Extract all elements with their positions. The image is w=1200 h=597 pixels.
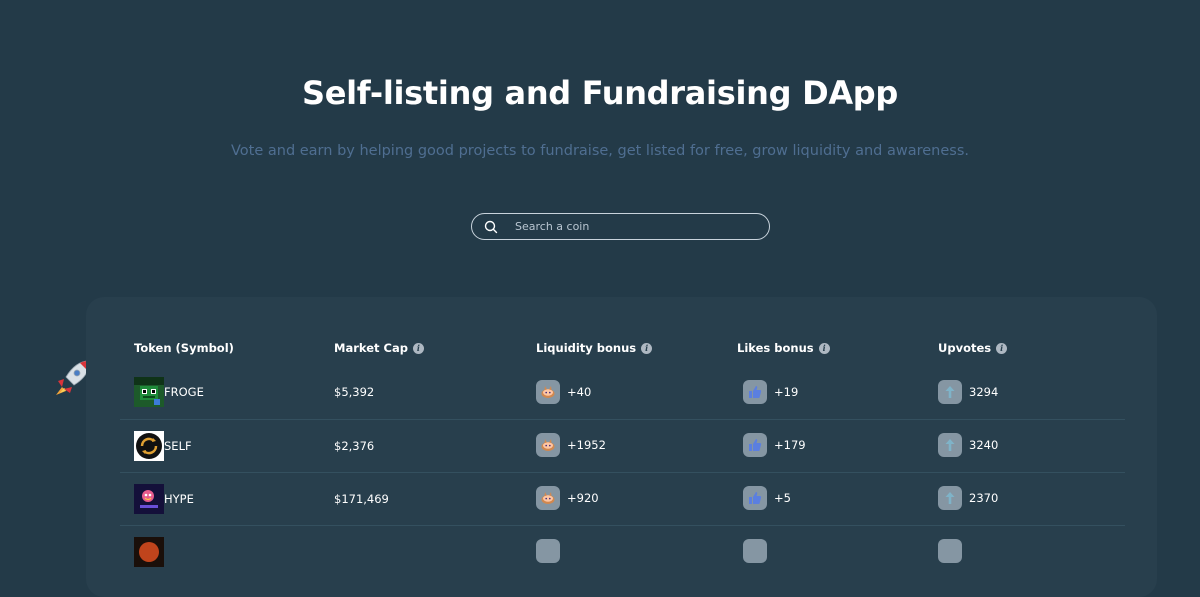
thumbs-up-icon[interactable] — [743, 539, 767, 563]
header-likes-bonus: Likes bonus i — [737, 341, 830, 355]
liquidity-bonus-cell: +1952 — [536, 433, 606, 457]
pancakeswap-icon[interactable] — [536, 380, 560, 404]
row-divider — [120, 472, 1125, 473]
likes-bonus-cell: +5 — [743, 486, 791, 510]
pancakeswap-icon[interactable] — [536, 486, 560, 510]
header-market-cap: Market Cap i — [334, 341, 424, 355]
market-cap-value: $171,469 — [334, 492, 389, 506]
arrow-up-icon[interactable] — [938, 433, 962, 457]
upvotes-value: 3240 — [969, 438, 999, 452]
token-logo-icon — [134, 537, 164, 567]
self-logo-icon — [134, 431, 164, 461]
page-subtitle: Vote and earn by helping good projects t… — [230, 143, 969, 159]
upvotes-cell — [938, 539, 962, 563]
liquidity-bonus-cell — [536, 539, 560, 563]
thumbs-up-icon[interactable] — [743, 433, 767, 457]
upvotes-cell: 3240 — [938, 433, 998, 457]
upvotes-cell: 2370 — [938, 486, 998, 510]
liquidity-bonus-cell: +920 — [536, 486, 599, 510]
row-divider — [120, 525, 1125, 526]
thumbs-up-icon[interactable] — [743, 486, 767, 510]
arrow-up-icon[interactable] — [938, 539, 962, 563]
token-symbol[interactable]: FROGE — [164, 385, 204, 399]
hype-logo-icon — [134, 484, 164, 514]
info-icon[interactable]: i — [996, 342, 1008, 354]
row-divider — [120, 419, 1125, 420]
page-title: Self-listing and Fundraising DApp — [301, 74, 899, 112]
froge-logo-icon — [134, 377, 164, 407]
token-cell[interactable]: HYPE — [134, 484, 194, 514]
liquidity-bonus-cell: +40 — [536, 380, 591, 404]
arrow-up-icon[interactable] — [938, 486, 962, 510]
liquidity-bonus-value: +920 — [567, 491, 599, 505]
liquidity-bonus-value: +40 — [567, 385, 592, 399]
search-box[interactable] — [471, 213, 770, 240]
token-cell[interactable]: SELF — [134, 431, 192, 461]
arrow-up-icon[interactable] — [938, 380, 962, 404]
search-input[interactable] — [513, 219, 747, 234]
likes-bonus-value: +19 — [774, 385, 799, 399]
pancakeswap-icon[interactable] — [536, 433, 560, 457]
token-cell[interactable]: FROGE — [134, 377, 204, 407]
token-symbol[interactable]: SELF — [164, 439, 192, 453]
pancakeswap-icon[interactable] — [536, 539, 560, 563]
header-upvotes: Upvotes i — [938, 341, 1008, 355]
header-liquidity-bonus: Liquidity bonus i — [536, 341, 653, 355]
likes-bonus-cell — [743, 539, 767, 563]
likes-bonus-value: +5 — [774, 491, 791, 505]
likes-bonus-cell: +19 — [743, 380, 798, 404]
upvotes-cell: 3294 — [938, 380, 998, 404]
token-symbol[interactable]: HYPE — [164, 492, 194, 506]
market-cap-value: $2,376 — [334, 439, 375, 453]
info-icon[interactable]: i — [818, 342, 830, 354]
header-token: Token (Symbol) — [134, 341, 234, 355]
token-cell[interactable] — [134, 537, 164, 567]
upvotes-value: 3294 — [969, 385, 999, 399]
likes-bonus-value: +179 — [774, 438, 806, 452]
info-icon[interactable]: i — [412, 342, 424, 354]
market-cap-value: $5,392 — [334, 385, 375, 399]
upvotes-value: 2370 — [969, 491, 999, 505]
search-icon — [484, 220, 498, 234]
info-icon[interactable]: i — [641, 342, 653, 354]
likes-bonus-cell: +179 — [743, 433, 806, 457]
thumbs-up-icon[interactable] — [743, 380, 767, 404]
liquidity-bonus-value: +1952 — [567, 438, 606, 452]
